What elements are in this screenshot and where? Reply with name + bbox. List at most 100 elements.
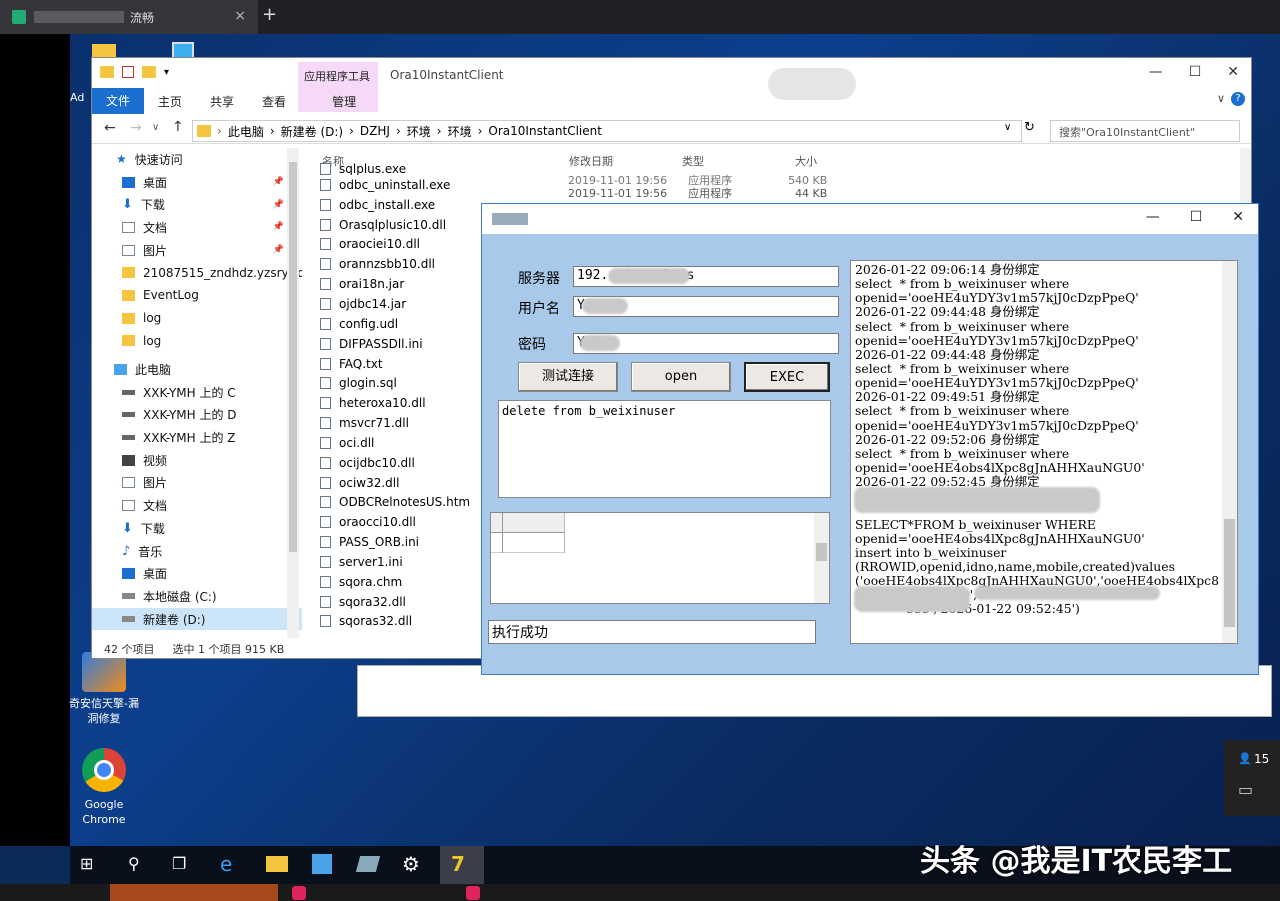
app-taskbar-icon[interactable]: [355, 856, 381, 872]
tab-home[interactable]: 主页: [144, 93, 196, 110]
taskbar-app-thumbnail[interactable]: [110, 884, 278, 901]
log-scrollbar[interactable]: [1222, 261, 1237, 643]
nav-item[interactable]: 桌面: [92, 562, 302, 585]
breadcrumb[interactable]: 环境: [448, 123, 472, 140]
open-button[interactable]: open: [631, 362, 731, 392]
nav-item[interactable]: XXK-YMH 上的 C: [92, 381, 302, 404]
tab-file[interactable]: 文件: [92, 88, 145, 114]
file-row[interactable]: sqlplus.exe: [320, 163, 570, 175]
nav-item[interactable]: 图片: [92, 472, 302, 495]
nav-item[interactable]: ⬇ 下载: [92, 517, 302, 540]
column-header-size[interactable]: 大小: [795, 153, 835, 169]
nav-item[interactable]: 桌面 📌: [92, 171, 302, 194]
maximize-icon[interactable]: ☐: [1190, 209, 1203, 225]
tab-view[interactable]: 查看: [248, 93, 300, 110]
nav-item[interactable]: 本地磁盘 (C:): [92, 585, 302, 608]
app-tools-label: 应用程序工具: [304, 70, 370, 83]
file-name: ODBCRelnotesUS.htm: [339, 495, 471, 510]
dropdown-icon[interactable]: ▾: [164, 67, 169, 78]
nav-item[interactable]: ♪ 音乐: [92, 540, 302, 563]
breadcrumb[interactable]: 新建卷 (D:): [281, 123, 343, 140]
start-icon[interactable]: ⊞: [80, 854, 93, 873]
file-row[interactable]: odbc_uninstall.exe: [320, 175, 570, 195]
black-margin: [0, 34, 70, 846]
server-label: 服务器: [518, 271, 560, 287]
refresh-icon[interactable]: ↻: [1024, 120, 1035, 135]
nav-item[interactable]: ⬇ 下载 📌: [92, 193, 302, 216]
nav-item[interactable]: 文档: [92, 494, 302, 517]
breadcrumb[interactable]: DZHJ: [360, 124, 390, 138]
grid-scrollbar[interactable]: [814, 513, 829, 603]
exec-button[interactable]: EXEC: [744, 362, 830, 392]
file-icon: [320, 258, 331, 271]
nav-item[interactable]: 文档 📌: [92, 216, 302, 239]
close-icon[interactable]: ✕: [1227, 64, 1239, 80]
active-app-taskbar-icon[interactable]: 7: [440, 846, 484, 884]
file-icon: [320, 436, 331, 449]
file-name: ojdbc14.jar: [339, 296, 407, 311]
file-icon: [320, 397, 331, 410]
explorer-taskbar-icon[interactable]: [266, 856, 288, 872]
blurred-region: [34, 11, 124, 23]
computer-icon: [114, 364, 127, 376]
nav-item[interactable]: log: [92, 330, 302, 353]
browser-tab[interactable]: 流畅 ×: [0, 0, 258, 34]
address-bar[interactable]: › 此电脑 › 新建卷 (D:) › DZHJ › 环境 › 环境 › Ora10Inst…: [192, 120, 1022, 142]
nav-scrollbar[interactable]: [287, 148, 299, 638]
address-dropdown-icon[interactable]: ∨: [1004, 122, 1011, 133]
gear-icon[interactable]: ⚙: [402, 852, 420, 876]
result-grid[interactable]: [490, 512, 830, 604]
search-icon[interactable]: ⚲: [128, 854, 140, 873]
close-icon[interactable]: ✕: [1232, 209, 1244, 225]
desktop-icon: [122, 568, 135, 580]
file-icon: [320, 417, 331, 430]
breadcrumb[interactable]: Ora10InstantClient: [488, 124, 602, 138]
properties-icon[interactable]: [122, 66, 134, 78]
nav-item[interactable]: XXK-YMH 上的 Z: [92, 426, 302, 449]
test-connection-button[interactable]: 测试连接: [518, 362, 618, 392]
log-line: select * from b_weixinuser where: [855, 360, 1070, 376]
minimize-icon[interactable]: —: [1149, 64, 1163, 80]
new-tab-button[interactable]: +: [262, 4, 277, 25]
breadcrumb[interactable]: 此电脑: [228, 123, 264, 140]
sql-textarea[interactable]: delete from b_weixinuser: [498, 400, 831, 498]
search-input[interactable]: 搜索"Ora10InstantClient": [1050, 120, 1240, 142]
up-icon[interactable]: ↑: [172, 119, 184, 135]
nav-item[interactable]: 21087515_zndhdz.yzsry.co: [92, 261, 302, 284]
nav-item[interactable]: XXK-YMH 上的 D: [92, 404, 302, 427]
app-taskbar-icon[interactable]: [292, 886, 306, 900]
column-header-date[interactable]: 修改日期: [569, 153, 613, 169]
nav-item-selected[interactable]: 新建卷 (D:): [92, 607, 302, 631]
maximize-icon[interactable]: ☐: [1189, 64, 1202, 80]
nav-item[interactable]: ★ 快速访问: [92, 148, 302, 171]
ie-icon[interactable]: e: [220, 852, 232, 876]
folder-icon[interactable]: [100, 66, 114, 78]
recent-icon[interactable]: ∨: [152, 122, 159, 133]
tab-manage[interactable]: 管理: [318, 93, 370, 110]
chrome-icon[interactable]: [82, 748, 126, 792]
file-name: sqlplus.exe: [339, 163, 407, 175]
forward-icon[interactable]: →: [130, 120, 142, 136]
file-name: oraocci10.dll: [339, 515, 416, 530]
app-taskbar-icon[interactable]: [312, 854, 332, 874]
user-icon[interactable]: 👤: [1238, 752, 1252, 765]
back-icon[interactable]: ←: [104, 120, 116, 136]
tab-share[interactable]: 共享: [196, 93, 248, 110]
column-header-type[interactable]: 类型: [682, 153, 742, 169]
file-name: sqora32.dll: [339, 594, 406, 609]
new-folder-icon[interactable]: [142, 66, 156, 78]
breadcrumb[interactable]: 环境: [407, 123, 431, 140]
nav-item[interactable]: log: [92, 307, 302, 330]
selected-info: 选中 1 个项目 915 KB: [172, 643, 285, 656]
tab-close-icon[interactable]: ×: [234, 8, 246, 24]
app-taskbar-icon[interactable]: [466, 886, 480, 900]
task-view-icon[interactable]: ❐: [172, 854, 186, 873]
nav-item[interactable]: 视频: [92, 449, 302, 472]
nav-item[interactable]: 图片 📌: [92, 239, 302, 262]
file-icon: [320, 595, 331, 608]
nav-item[interactable]: EventLog: [92, 284, 302, 307]
minimize-icon[interactable]: —: [1146, 209, 1160, 225]
chat-icon[interactable]: ▭: [1238, 780, 1253, 799]
file-icon: [320, 297, 331, 310]
nav-item[interactable]: 此电脑: [92, 358, 302, 381]
